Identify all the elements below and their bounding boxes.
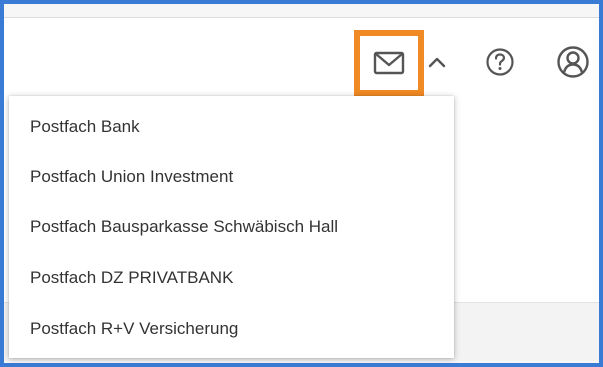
menu-item-postfach-dz-privatbank[interactable]: Postfach DZ PRIVATBANK	[9, 253, 454, 303]
user-account-icon	[557, 46, 589, 78]
menu-item-postfach-bausparkasse[interactable]: Postfach Bausparkasse Schwäbisch Hall	[9, 202, 454, 252]
menu-item-label: Postfach DZ PRIVATBANK	[30, 268, 234, 287]
chevron-up-icon	[428, 57, 446, 68]
menu-item-label: Postfach Bausparkasse Schwäbisch Hall	[30, 217, 339, 236]
help-question-icon	[486, 48, 514, 76]
mailbox-button[interactable]	[354, 30, 424, 96]
menu-item-postfach-rv-versicherung[interactable]: Postfach R+V Versicherung	[9, 304, 454, 354]
menu-item-postfach-bank[interactable]: Postfach Bank	[9, 102, 454, 152]
menu-item-postfach-union-investment[interactable]: Postfach Union Investment	[9, 152, 454, 202]
user-account-button[interactable]	[556, 45, 590, 79]
menu-collapse-button[interactable]	[426, 52, 448, 72]
menu-item-label: Postfach Bank	[30, 117, 140, 136]
menu-item-label: Postfach R+V Versicherung	[30, 319, 239, 338]
menu-item-label: Postfach Union Investment	[30, 167, 234, 186]
mailbox-dropdown-menu: Postfach Bank Postfach Union Investment …	[9, 96, 454, 358]
mail-envelope-icon	[373, 51, 405, 75]
help-button[interactable]	[485, 47, 515, 77]
